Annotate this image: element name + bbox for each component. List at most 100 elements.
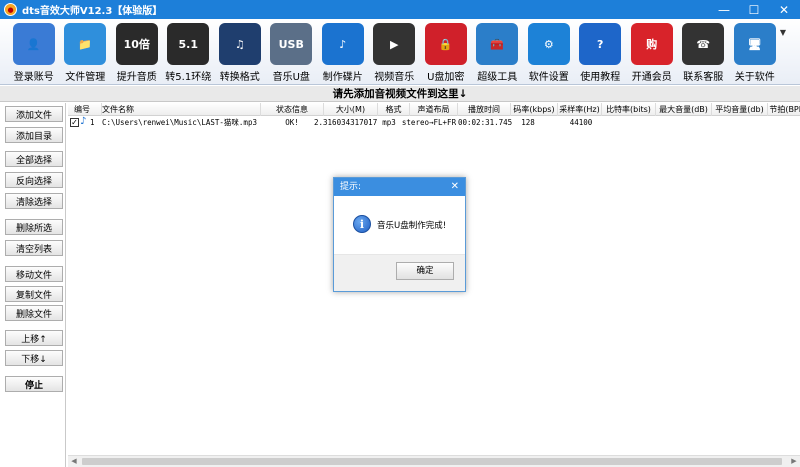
toolbar-item-headphones-51[interactable]: 5.1 转5.1环绕: [163, 19, 215, 85]
main-toolbar: 👤 登录账号 📁 文件管理 10倍 提升音质 5.1 转5.1环绕 ♫ 转换格式 USB 音乐U盘 ♪ 制…: [0, 19, 800, 85]
col-maxvol-header[interactable]: 最大音量(dB): [656, 103, 712, 116]
user-icon: 👤: [12, 23, 55, 65]
toolbar-item-gear[interactable]: ⚙ 软件设置: [523, 19, 575, 85]
window-title: dts音效大师V12.3【体验版】: [22, 6, 163, 17]
dialog-close-icon[interactable]: ✕: [451, 178, 459, 196]
select-all-button[interactable]: 全部选择: [5, 151, 63, 167]
move-file-button[interactable]: 移动文件: [5, 266, 63, 282]
col-size-header[interactable]: 大小(M): [324, 103, 378, 116]
toolbar-item-music-disc[interactable]: ♪ 制作碟片: [317, 19, 369, 85]
toolbar-item-label: 文件管理: [65, 72, 106, 83]
toolbox-icon: 🧰: [476, 23, 519, 65]
toolbar-item-label: 登录账号: [13, 72, 54, 83]
col-samplerate-header[interactable]: 采样率(Hz): [558, 103, 602, 116]
usb-drive-icon: USB: [270, 23, 313, 65]
help-icon: ?: [579, 23, 622, 65]
col-status-cell: OK!: [285, 118, 299, 127]
clear-selection-button[interactable]: 清除选择: [5, 193, 63, 209]
scroll-thumb[interactable]: [82, 458, 782, 465]
dialog-ok-button[interactable]: 确定: [396, 262, 454, 280]
music-disc-icon: ♪: [321, 23, 364, 65]
move-up-button[interactable]: 上移↑: [5, 330, 63, 346]
col-filename-header[interactable]: 文件名称: [102, 103, 261, 116]
clear-list-button[interactable]: 清空列表: [5, 240, 63, 256]
stop-button[interactable]: 停止: [5, 376, 63, 392]
toolbar-more-chevron-icon[interactable]: ▼: [780, 28, 786, 37]
table-row[interactable]: ✓ ♪ 1 C:\Users\renwei\Music\LAST-猫咪.mp3 OK! 2…: [68, 116, 800, 129]
minimize-button[interactable]: —: [710, 0, 738, 19]
toolbar-item-folder[interactable]: 📁 文件管理: [60, 19, 112, 85]
toolbar-item-label: 转5.1环绕: [165, 72, 212, 83]
toolbar-item-label: 视频音乐: [374, 72, 415, 83]
col-size-cell: 2.316034317017: [314, 118, 378, 127]
toolbar-item-usb-lock[interactable]: 🔒 U盘加密: [420, 19, 472, 85]
col-maxvol-cell: [656, 116, 712, 129]
table-header: 编号 文件名称 状态信息 大小(M) 格式 声道布局 播放时间 码率(kbps) 采样率(Hz)…: [68, 103, 800, 116]
col-status-header[interactable]: 状态信息: [261, 103, 324, 116]
video-clapper-icon: ▶: [373, 23, 416, 65]
toolbar-item-label: 关于软件: [734, 72, 775, 83]
col-index-cell: 1: [90, 118, 95, 127]
col-bpm-header[interactable]: 节拍(BPM: [768, 103, 800, 116]
toolbar-item-label: 制作碟片: [322, 72, 363, 83]
drop-hint-bar[interactable]: 请先添加音视频文件到这里↓: [0, 86, 800, 102]
close-button[interactable]: ✕: [770, 0, 798, 19]
col-bpm-cell: [768, 116, 800, 129]
copy-file-button[interactable]: 复制文件: [5, 286, 63, 302]
support-agent-icon: ☎: [682, 23, 725, 65]
toolbar-item-label: 提升音质: [116, 72, 157, 83]
left-sidebar: 添加文件添加目录全部选择反向选择清除选择删除所选清空列表移动文件复制文件删除文件…: [0, 103, 66, 467]
col-duration-cell: 00:02:31.745: [458, 118, 513, 127]
toolbar-item-label: 开通会员: [631, 72, 672, 83]
toolbar-item-music-note[interactable]: ♫ 转换格式: [214, 19, 266, 85]
maximize-button[interactable]: ☐: [740, 0, 768, 19]
info-dialog: 提示: ✕ i 音乐U盘制作完成! 确定: [333, 177, 466, 292]
dialog-title: 提示:: [340, 182, 362, 192]
gear-icon: ⚙: [527, 23, 570, 65]
col-filename-cell: C:\Users\renwei\Music\LAST-猫咪.mp3: [102, 118, 257, 127]
col-bitrate-cell: 128: [521, 118, 535, 127]
invert-selection-button[interactable]: 反向选择: [5, 172, 63, 188]
add-file-button[interactable]: 添加文件: [5, 106, 63, 122]
toolbar-item-label: 音乐U盘: [272, 72, 310, 83]
toolbar-item-toolbox[interactable]: 🧰 超级工具: [472, 19, 524, 85]
add-folder-button[interactable]: 添加目录: [5, 127, 63, 143]
col-index-header[interactable]: 编号: [74, 103, 102, 116]
scroll-left-arrow-icon[interactable]: ◀: [68, 456, 80, 467]
toolbar-item-user[interactable]: 👤 登录账号: [8, 19, 60, 85]
col-channels-header[interactable]: 声道布局: [410, 103, 458, 116]
music-note-icon: ♫: [218, 23, 261, 65]
col-avgvol-header[interactable]: 平均音量(db): [712, 103, 768, 116]
move-down-button[interactable]: 下移↓: [5, 350, 63, 366]
dialog-message: 音乐U盘制作完成!: [377, 221, 447, 231]
dialog-body: i 音乐U盘制作完成!: [334, 196, 465, 254]
col-bitrate-header[interactable]: 码率(kbps): [511, 103, 558, 116]
toolbar-item-support-agent[interactable]: ☎ 联系客服: [678, 19, 730, 85]
toolbar-item-help[interactable]: ? 使用教程: [575, 19, 627, 85]
title-bar: ● dts音效大师V12.3【体验版】 — ☐ ✕: [0, 0, 800, 19]
toolbar-item-headphones-10x[interactable]: 10倍 提升音质: [111, 19, 163, 85]
toolbar-item-label: U盘加密: [427, 72, 465, 83]
app-logo-icon: ●: [4, 3, 17, 16]
dialog-footer: 确定: [334, 254, 465, 291]
col-avgvol-cell: [712, 116, 768, 129]
col-format-header[interactable]: 格式: [378, 103, 410, 116]
delete-selected-button[interactable]: 删除所选: [5, 219, 63, 235]
col-bits-header[interactable]: 比特率(bits): [602, 103, 656, 116]
delete-file-button[interactable]: 删除文件: [5, 305, 63, 321]
col-duration-header[interactable]: 播放时间: [458, 103, 511, 116]
toolbar-item-shopping[interactable]: 购开通会员: [626, 19, 678, 85]
toolbar-item-label: 使用教程: [580, 72, 621, 83]
toolbar-item-label: 联系客服: [683, 72, 724, 83]
about-computer-icon: 🖥: [733, 23, 776, 65]
toolbar-item-about-computer[interactable]: 🖥 关于软件: [729, 19, 781, 85]
toolbar-item-usb-drive[interactable]: USB 音乐U盘: [266, 19, 318, 85]
toolbar-item-video-clapper[interactable]: ▶ 视频音乐: [369, 19, 421, 85]
col-bits-cell: [602, 116, 656, 129]
audio-file-icon: ♪: [80, 116, 87, 127]
horizontal-scrollbar[interactable]: ◀ ▶: [68, 455, 800, 467]
row-checkbox[interactable]: ✓: [70, 118, 79, 127]
col-samplerate-cell: 44100: [569, 118, 593, 127]
toolbar-item-label: 软件设置: [528, 72, 569, 83]
scroll-right-arrow-icon[interactable]: ▶: [788, 456, 800, 467]
